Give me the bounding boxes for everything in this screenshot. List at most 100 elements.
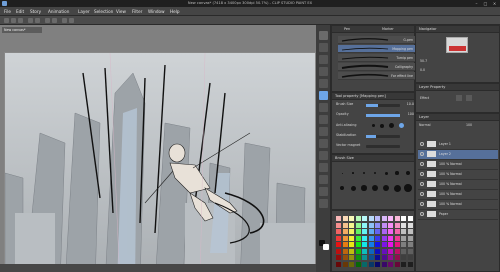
color-swatch[interactable] bbox=[375, 222, 380, 228]
color-swatch[interactable] bbox=[349, 235, 354, 241]
color-swatch[interactable] bbox=[388, 216, 393, 221]
color-swatch[interactable] bbox=[394, 229, 400, 234]
color-swatch[interactable] bbox=[381, 248, 387, 254]
deselect-icon[interactable] bbox=[62, 18, 67, 23]
color-swatch[interactable] bbox=[401, 242, 406, 247]
canvas-area[interactable]: New canvas* bbox=[0, 25, 316, 272]
pencil-tool-icon[interactable] bbox=[319, 103, 328, 112]
brush-calligraphy[interactable]: Calligraphy bbox=[338, 63, 416, 71]
color-swatch[interactable] bbox=[349, 216, 354, 221]
color-swatch[interactable] bbox=[388, 222, 393, 228]
color-swatch[interactable] bbox=[342, 235, 348, 241]
brush-size-preset[interactable] bbox=[373, 171, 377, 175]
layer-row[interactable]: 100 % Normal bbox=[418, 170, 498, 180]
layer-row[interactable]: 100 % Normal bbox=[418, 180, 498, 190]
brush-size-slider[interactable] bbox=[366, 104, 400, 107]
menu-file[interactable]: File bbox=[4, 9, 11, 14]
color-swatch[interactable] bbox=[401, 222, 406, 228]
color-swatch[interactable] bbox=[401, 235, 406, 241]
color-swatch[interactable] bbox=[342, 229, 348, 234]
color-swatch[interactable] bbox=[407, 248, 413, 254]
layer-row[interactable]: Layer 1 bbox=[418, 140, 498, 150]
visibility-eye-icon[interactable] bbox=[420, 162, 424, 166]
color-swatch[interactable] bbox=[375, 255, 380, 260]
color-swatch[interactable] bbox=[388, 255, 393, 260]
menu-selection[interactable]: Selection bbox=[94, 9, 113, 14]
brush-size-preset[interactable] bbox=[395, 171, 399, 175]
minimize-icon[interactable]: – bbox=[472, 0, 481, 7]
color-swatch[interactable] bbox=[401, 216, 406, 221]
color-swatch[interactable] bbox=[407, 255, 413, 260]
color-swatch[interactable] bbox=[342, 216, 348, 221]
transform-icon[interactable] bbox=[52, 18, 57, 23]
brush-size-preset[interactable] bbox=[406, 171, 410, 175]
visibility-eye-icon[interactable] bbox=[420, 192, 424, 196]
brush-turnip-pen[interactable]: Turnip pen bbox=[338, 54, 416, 62]
color-swatch[interactable] bbox=[394, 255, 400, 260]
brush-size-preset[interactable] bbox=[350, 185, 356, 191]
color-swatch[interactable] bbox=[388, 248, 393, 254]
color-swatch[interactable] bbox=[407, 261, 413, 267]
color-swatch[interactable] bbox=[394, 261, 400, 267]
color-swatch[interactable] bbox=[394, 222, 400, 228]
artwork-canvas[interactable] bbox=[4, 52, 316, 272]
brush-effect-line[interactable]: For effect line bbox=[338, 72, 416, 80]
color-swatch[interactable] bbox=[355, 255, 361, 260]
blend-mode-select[interactable]: Normal bbox=[419, 123, 431, 127]
brush-size-preset[interactable] bbox=[404, 184, 412, 192]
color-swatch[interactable] bbox=[336, 222, 341, 228]
visibility-eye-icon[interactable] bbox=[420, 202, 424, 206]
color-swatch[interactable] bbox=[342, 222, 348, 228]
color-swatch[interactable] bbox=[362, 222, 367, 228]
color-swatch[interactable] bbox=[336, 242, 341, 247]
aa-weak-icon[interactable] bbox=[380, 124, 384, 128]
color-swatch[interactable] bbox=[368, 242, 374, 247]
color-swatch[interactable] bbox=[368, 261, 374, 267]
color-swatch[interactable] bbox=[342, 261, 348, 267]
brush-size-preset[interactable] bbox=[341, 172, 343, 174]
operation-tool-icon[interactable] bbox=[319, 55, 328, 64]
brush-size-preset[interactable] bbox=[361, 185, 367, 191]
text-tool-icon[interactable] bbox=[319, 199, 328, 208]
pen-tool-icon[interactable] bbox=[319, 91, 328, 100]
color-swatch[interactable] bbox=[362, 261, 367, 267]
anti-aliasing-row[interactable]: Anti-aliasing bbox=[336, 123, 416, 130]
color-swatch[interactable] bbox=[381, 222, 387, 228]
brush-size-preset[interactable] bbox=[339, 185, 345, 191]
color-swatch[interactable] bbox=[394, 216, 400, 221]
color-swatch[interactable] bbox=[381, 229, 387, 234]
vector-magnet-slider[interactable] bbox=[366, 145, 400, 148]
menu-help[interactable]: Help bbox=[170, 9, 180, 14]
visibility-eye-icon[interactable] bbox=[420, 212, 424, 216]
invert-selection-icon[interactable] bbox=[69, 18, 74, 23]
undo-icon[interactable] bbox=[28, 18, 33, 23]
color-swatch[interactable] bbox=[381, 242, 387, 247]
close-icon[interactable]: × bbox=[490, 0, 499, 7]
color-swatch[interactable] bbox=[407, 242, 413, 247]
color-swatch[interactable] bbox=[381, 216, 387, 221]
brush-mapping-pen[interactable]: Mapping pen bbox=[338, 45, 416, 53]
color-swatch[interactable] bbox=[401, 248, 406, 254]
clear-icon[interactable] bbox=[45, 18, 50, 23]
color-swatch[interactable] bbox=[407, 229, 413, 234]
color-swatch[interactable] bbox=[388, 235, 393, 241]
color-swatch[interactable] bbox=[388, 229, 393, 234]
layer-row[interactable]: 100 % Normal bbox=[418, 160, 498, 170]
color-swatch[interactable] bbox=[362, 235, 367, 241]
color-swatch[interactable] bbox=[336, 255, 341, 260]
open-icon[interactable] bbox=[11, 18, 16, 23]
color-swatch[interactable] bbox=[407, 222, 413, 228]
color-swatch[interactable] bbox=[375, 229, 380, 234]
menu-animation[interactable]: Animation bbox=[48, 9, 69, 14]
aa-none-icon[interactable] bbox=[372, 124, 375, 127]
aa-medium-icon[interactable] bbox=[389, 123, 394, 128]
visibility-eye-icon[interactable] bbox=[420, 172, 424, 176]
menu-window[interactable]: Window bbox=[148, 9, 165, 14]
color-swatch[interactable] bbox=[349, 229, 354, 234]
color-swatch[interactable] bbox=[381, 235, 387, 241]
color-swatch[interactable] bbox=[375, 261, 380, 267]
menu-view[interactable]: View bbox=[116, 9, 126, 14]
menu-edit[interactable]: Edit bbox=[16, 9, 24, 14]
selection-tool-icon[interactable] bbox=[319, 67, 328, 76]
brush-size-preset[interactable] bbox=[393, 184, 401, 192]
